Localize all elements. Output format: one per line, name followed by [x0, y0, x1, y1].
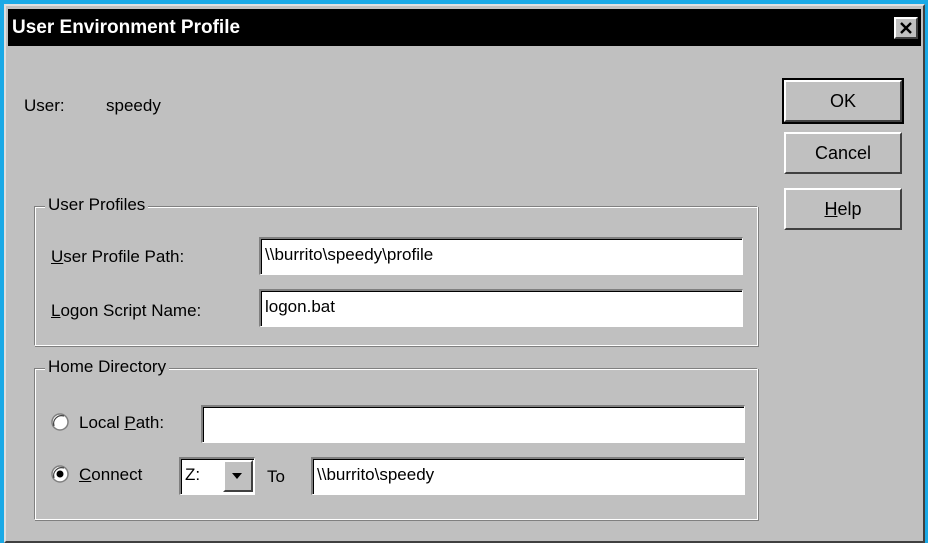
home-directory-group-title: Home Directory	[45, 357, 170, 377]
user-profile-path-accel: U	[51, 247, 64, 266]
drive-letter-select[interactable]: Z:	[179, 457, 255, 495]
ok-button[interactable]: OK	[782, 78, 904, 124]
cancel-button-label: Cancel	[814, 143, 872, 163]
user-value: speedy	[106, 96, 161, 115]
user-profile-path-input[interactable]: \\burrito\speedy\profile	[259, 237, 743, 275]
local-path-pre: Local	[79, 413, 125, 432]
connect-rest: onnect	[91, 465, 143, 484]
title-bar[interactable]: User Environment Profile	[8, 9, 921, 46]
help-button-label: Help	[824, 199, 861, 219]
to-label: To	[267, 467, 285, 486]
local-path-rest: ath:	[135, 413, 165, 432]
user-profile-path-rest: ser Profile Path:	[63, 247, 185, 266]
connect-radio[interactable]	[51, 465, 69, 483]
chevron-down-icon	[232, 473, 242, 479]
user-profile-path-label: User Profile Path:	[51, 247, 184, 267]
logon-script-rest: ogon Script Name:	[60, 301, 202, 320]
home-directory-group: Home Directory Local Path: Connect Z: To…	[34, 357, 758, 520]
user-profiles-group-title: User Profiles	[45, 195, 149, 215]
close-button[interactable]	[894, 17, 918, 39]
connect-label: Connect	[79, 465, 142, 485]
user-environment-profile-dialog: User Environment Profile User: speedy OK…	[4, 4, 925, 543]
connect-path-input[interactable]: \\burrito\speedy	[311, 457, 745, 495]
logon-script-name-input[interactable]: logon.bat	[259, 289, 743, 327]
local-path-input[interactable]	[201, 405, 745, 443]
local-path-accel: P	[124, 413, 136, 432]
help-accel: H	[824, 199, 838, 219]
local-path-radio[interactable]	[51, 413, 69, 431]
help-rest: elp	[837, 199, 862, 219]
drive-dropdown-button[interactable]	[223, 460, 253, 492]
close-icon	[900, 22, 912, 34]
logon-script-name-label: Logon Script Name:	[51, 301, 201, 321]
user-profiles-group: User Profiles User Profile Path: \\burri…	[34, 195, 758, 346]
ok-button-label: OK	[829, 91, 856, 111]
drive-letter-value: Z:	[185, 465, 201, 484]
connect-accel: C	[79, 465, 92, 484]
cancel-button[interactable]: Cancel	[784, 132, 902, 174]
connect-radio-dot	[56, 470, 64, 478]
user-label: User:	[24, 96, 65, 115]
dialog-title: User Environment Profile	[12, 17, 241, 38]
help-button[interactable]: Help	[784, 188, 902, 230]
local-path-label: Local Path:	[79, 413, 164, 433]
